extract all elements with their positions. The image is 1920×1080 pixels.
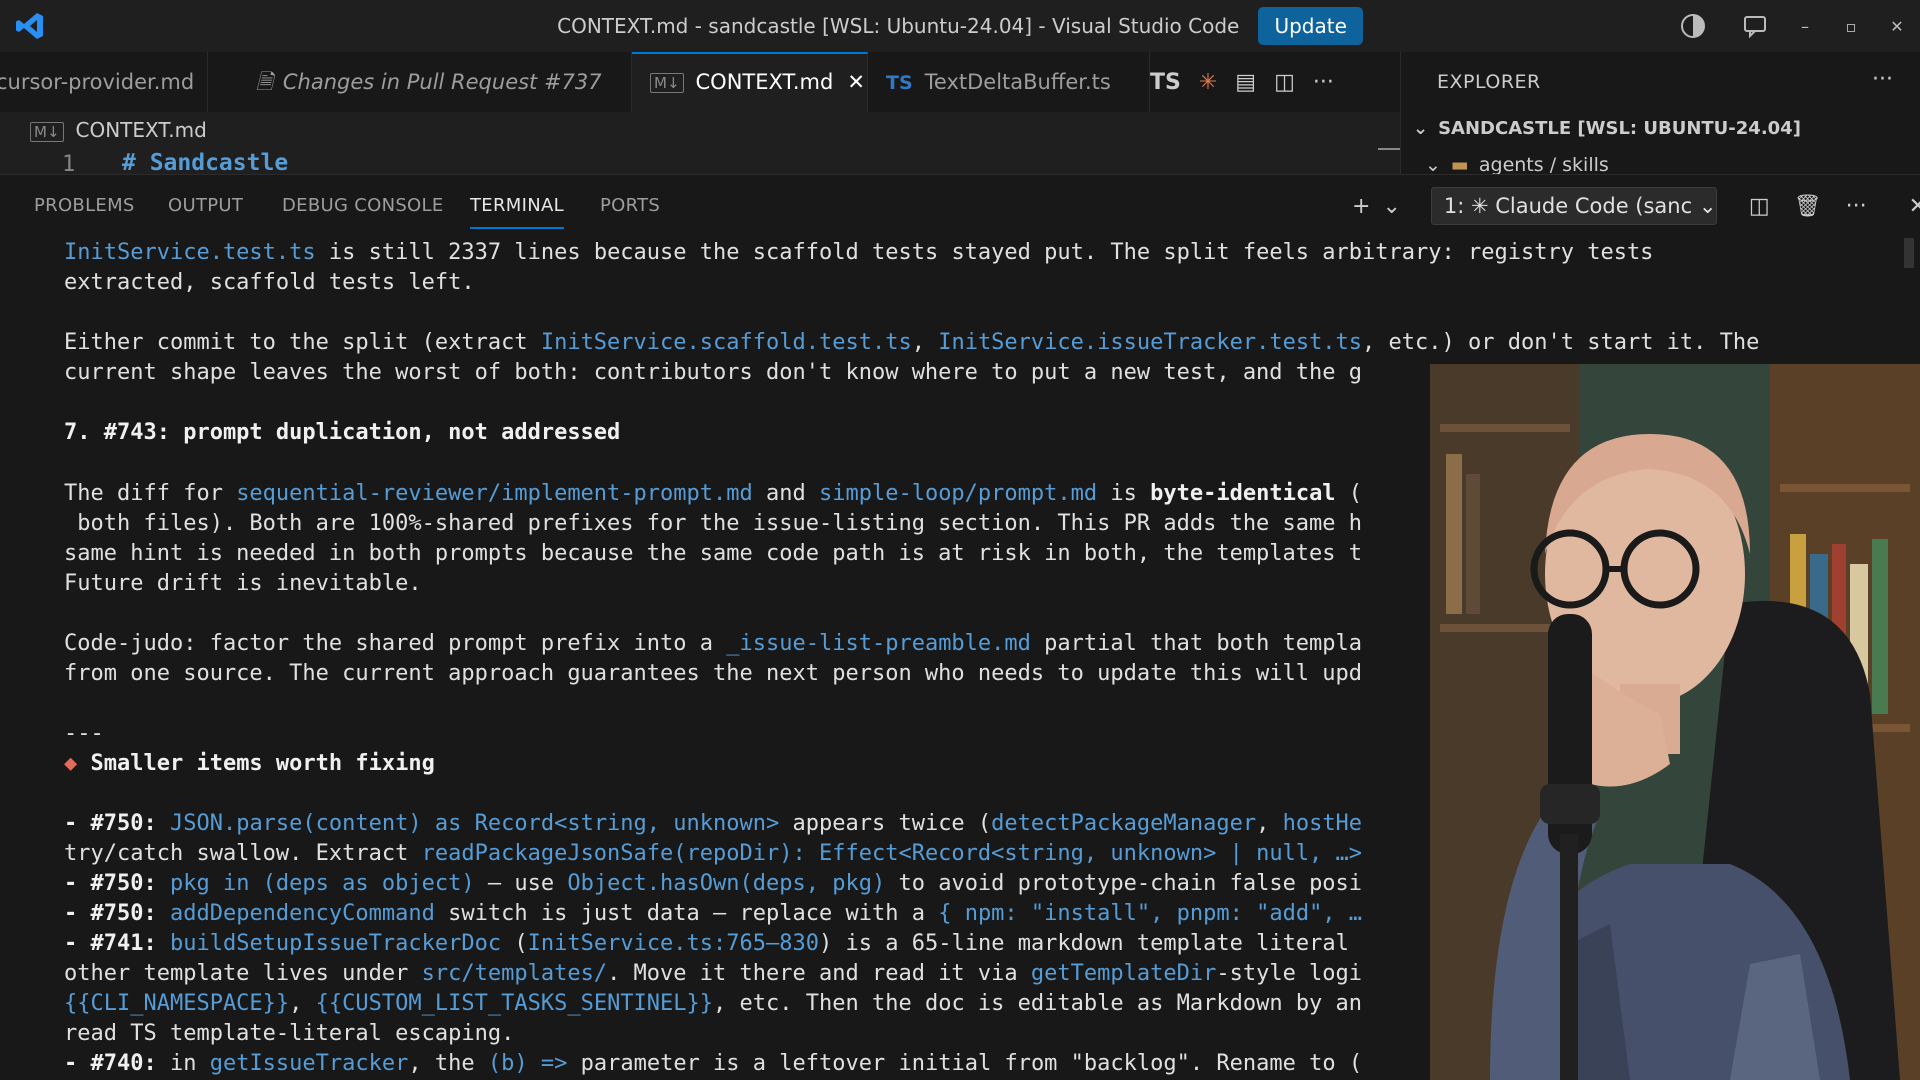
markdown-file-icon: M↓ — [30, 121, 64, 142]
tab-context-md[interactable]: M↓ CONTEXT.md ✕ — [632, 52, 868, 112]
close-icon[interactable]: ✕ — [1874, 17, 1920, 36]
explorer-title: EXPLORER — [1437, 71, 1541, 93]
chevron-down-icon: ⌄ — [1425, 154, 1441, 174]
folder-icon: ▬ — [1450, 154, 1469, 174]
close-panel-icon[interactable]: ✕ — [1909, 194, 1920, 219]
feedback-icon[interactable] — [1742, 13, 1768, 39]
trash-icon[interactable]: 🗑 — [1794, 194, 1822, 219]
editor-area: M↓ CONTEXT.md 1 # Sandcastle — [0, 112, 1400, 174]
diamond-icon: ◆ — [64, 751, 78, 776]
line-number: 1 — [62, 152, 76, 174]
minimap-marker — [1378, 148, 1400, 150]
chevron-down-icon: ⌄ — [1698, 194, 1717, 218]
close-tab-icon[interactable]: ✕ — [847, 70, 865, 94]
explorer-header: EXPLORER ··· — [1400, 52, 1920, 112]
chevron-down-icon[interactable]: ⌄ — [1382, 194, 1400, 219]
explorer-tree: ⌄ SANDCASTLE [WSL: UBUNTU-24.04] ⌄ ▬ agents… — [1400, 112, 1920, 174]
editor-actions: TS ✳ ▤ ◫ ··· — [1150, 52, 1334, 112]
minimize-icon[interactable]: – — [1782, 17, 1828, 36]
markdown-file-icon: M↓ — [650, 73, 684, 93]
editor-line[interactable]: # Sandcastle — [122, 150, 288, 174]
panel-header: PROBLEMS OUTPUT DEBUG CONSOLE TERMINAL P… — [0, 174, 1920, 237]
tab-ports[interactable]: PORTS — [600, 175, 660, 237]
explorer-folder-agents[interactable]: ⌄ ▬ agents / skills — [1425, 154, 1609, 174]
maximize-icon[interactable]: ▫ — [1828, 17, 1874, 36]
tab-terminal[interactable]: TERMINAL — [470, 175, 564, 237]
split-terminal-icon[interactable]: ◫ — [1749, 194, 1770, 219]
tab-cursor-provider[interactable]: cursor-provider.md — [0, 52, 208, 112]
window-title: CONTEXT.md - sandcastle [WSL: Ubuntu-24.… — [557, 14, 1240, 38]
typescript-file-icon: TS — [886, 72, 913, 94]
diff-file-icon: 🗎 — [256, 70, 273, 94]
update-button[interactable]: Update — [1258, 7, 1363, 45]
title-bar: CONTEXT.md - sandcastle [WSL: Ubuntu-24.… — [0, 0, 1920, 53]
terminal-line: Either commit to the split (extract Init… — [64, 330, 1760, 355]
copilot-icon[interactable] — [1680, 13, 1706, 39]
preview-icon[interactable]: ▤ — [1235, 70, 1256, 95]
tab-pull-request-changes[interactable]: 🗎 Changes in Pull Request #737 — [238, 52, 632, 112]
tab-problems[interactable]: PROBLEMS — [34, 175, 135, 237]
tab-textdeltabuffer[interactable]: TS TextDeltaBuffer.ts — [868, 52, 1150, 112]
explorer-root-folder[interactable]: ⌄ SANDCASTLE [WSL: UBUNTU-24.04] — [1413, 118, 1801, 139]
ts-status-button[interactable]: TS — [1150, 70, 1181, 95]
terminal-line: extracted, scaffold tests left. — [64, 270, 475, 295]
more-icon[interactable]: ··· — [1313, 70, 1334, 95]
terminal-selector[interactable]: 1: ✳ Claude Code (sanc ⌄ — [1430, 187, 1717, 225]
webcam-overlay — [1430, 364, 1920, 1080]
claude-icon[interactable]: ✳ — [1199, 70, 1217, 95]
tab-output[interactable]: OUTPUT — [168, 175, 243, 237]
more-icon[interactable]: ··· — [1846, 194, 1867, 219]
breadcrumb[interactable]: M↓ CONTEXT.md — [30, 118, 207, 142]
split-editor-icon[interactable]: ◫ — [1274, 70, 1295, 95]
plus-icon[interactable]: + — [1352, 194, 1370, 219]
presenter-video — [1430, 364, 1920, 1080]
terminal-line: InitService.test.ts is still 2337 lines … — [64, 240, 1654, 265]
more-icon[interactable]: ··· — [1872, 52, 1893, 108]
tab-debug-console[interactable]: DEBUG CONSOLE — [282, 175, 444, 237]
chevron-down-icon: ⌄ — [1413, 118, 1429, 139]
